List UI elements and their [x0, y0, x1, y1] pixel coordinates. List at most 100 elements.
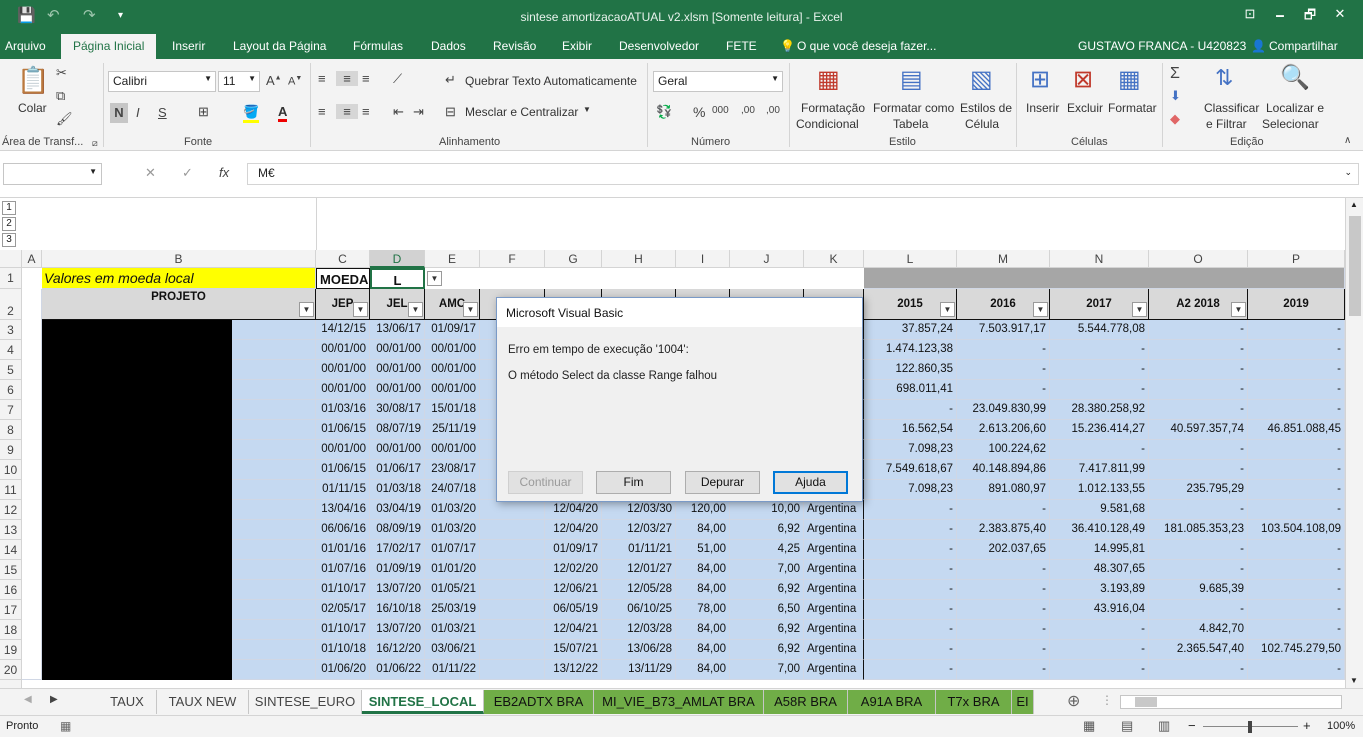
data-cell-n[interactable]: 14.995,81 — [1050, 540, 1149, 560]
data-cell-n[interactable]: 43.916,04 — [1050, 600, 1149, 620]
share-button[interactable]: Compartilhar — [1269, 39, 1338, 53]
align-center-icon[interactable]: ≡ — [336, 104, 358, 119]
data-cell-j[interactable]: 4,25 — [730, 540, 804, 560]
data-cell-e[interactable]: 00/01/00 — [425, 360, 480, 380]
cell-styles-button[interactable]: Estilos de — [960, 101, 1012, 115]
wrap-text-button[interactable]: Quebrar Texto Automaticamente — [465, 74, 637, 88]
data-cell-h[interactable]: 13/11/29 — [602, 660, 676, 680]
data-cell-c[interactable]: 02/05/17 — [316, 600, 370, 620]
paste-icon[interactable]: 📋 — [17, 65, 49, 99]
data-cell-e[interactable]: 23/08/17 — [425, 460, 480, 480]
data-cell-e[interactable]: 01/07/17 — [425, 540, 480, 560]
data-cell-h[interactable]: 12/01/27 — [602, 560, 676, 580]
outline-level-button[interactable]: 2 — [2, 217, 16, 231]
macro-record-icon[interactable]: ▦ — [60, 719, 71, 733]
currency-icon[interactable]: 💱 — [656, 104, 672, 120]
row-header[interactable]: 17 — [0, 600, 22, 620]
data-cell-h[interactable]: 12/05/28 — [602, 580, 676, 600]
data-cell-k[interactable]: Argentina — [804, 660, 864, 680]
font-color-icon[interactable]: A — [278, 104, 288, 122]
help-button[interactable]: Ajuda — [773, 471, 848, 494]
data-cell-m[interactable]: 2.613.206,60 — [957, 420, 1050, 440]
data-cell-h[interactable]: 12/03/30 — [602, 500, 676, 520]
data-cell-e[interactable]: 01/01/20 — [425, 560, 480, 580]
data-cell-m[interactable]: - — [957, 500, 1050, 520]
data-cell-m[interactable]: 2.383.875,40 — [957, 520, 1050, 540]
insert-function-button[interactable]: fx — [219, 165, 229, 180]
data-cell-e[interactable]: 00/01/00 — [425, 380, 480, 400]
data-cell-p[interactable]: - — [1248, 580, 1345, 600]
data-cell-h[interactable]: 13/06/28 — [602, 640, 676, 660]
normal-view-icon[interactable]: ▦ — [1083, 718, 1095, 734]
zoom-level[interactable]: 100% — [1327, 720, 1355, 732]
data-cell-l[interactable]: 7.549.618,67 — [864, 460, 957, 480]
tab-page-layout[interactable]: Layout da Página — [233, 39, 326, 53]
decrease-decimal-button[interactable]: ,00 — [766, 105, 780, 116]
data-cell-f[interactable] — [480, 560, 545, 580]
column-header-a[interactable]: A — [22, 250, 42, 268]
data-cell-i[interactable]: 84,00 — [676, 520, 730, 540]
data-cell-d[interactable]: 01/06/22 — [370, 660, 425, 680]
data-cell-c[interactable]: 00/01/00 — [316, 380, 370, 400]
horizontal-scroll-thumb[interactable] — [1135, 697, 1157, 707]
data-cell-p[interactable]: - — [1248, 340, 1345, 360]
data-cell-n[interactable]: 28.380.258,92 — [1050, 400, 1149, 420]
horizontal-scrollbar[interactable] — [1120, 695, 1342, 709]
data-cell-f[interactable] — [480, 620, 545, 640]
row-header[interactable]: 3 — [0, 320, 22, 340]
zoom-slider-thumb[interactable] — [1248, 721, 1252, 733]
data-cell-l[interactable]: 37.857,24 — [864, 320, 957, 340]
data-cell-l[interactable]: 7.098,23 — [864, 440, 957, 460]
data-cell-j[interactable]: 6,50 — [730, 600, 804, 620]
data-cell-o[interactable]: 2.365.547,40 — [1149, 640, 1248, 660]
data-cell-l[interactable]: 122.860,35 — [864, 360, 957, 380]
data-cell-k[interactable]: Argentina — [804, 540, 864, 560]
data-cell-o[interactable]: - — [1149, 380, 1248, 400]
name-box[interactable]: ▼ — [3, 163, 102, 185]
bold-button[interactable]: N — [110, 103, 128, 123]
conditional-format-button[interactable]: Formatação — [801, 101, 865, 115]
row-header[interactable]: 4 — [0, 340, 22, 360]
data-cell-l[interactable]: 16.562,54 — [864, 420, 957, 440]
data-cell-o[interactable]: - — [1149, 660, 1248, 680]
tabs-more-icon[interactable]: ⋮ — [1101, 693, 1113, 707]
data-cell-o[interactable]: - — [1149, 500, 1248, 520]
data-cell-e[interactable]: 01/03/20 — [425, 520, 480, 540]
data-cell-n[interactable]: 48.307,65 — [1050, 560, 1149, 580]
data-cell-d[interactable]: 00/01/00 — [370, 360, 425, 380]
ribbon-options-icon[interactable]: ⊡ — [1235, 6, 1265, 22]
data-cell-i[interactable]: 84,00 — [676, 620, 730, 640]
data-cell-o[interactable]: - — [1149, 560, 1248, 580]
data-cell-d[interactable]: 01/06/17 — [370, 460, 425, 480]
data-cell-c[interactable]: 01/11/15 — [316, 480, 370, 500]
sheet-tab[interactable]: SINTESE_LOCAL — [362, 690, 484, 714]
close-icon[interactable]: ✕ — [1325, 6, 1355, 22]
data-cell-k[interactable]: Argentina — [804, 560, 864, 580]
data-cell-h[interactable]: 01/11/21 — [602, 540, 676, 560]
page-break-view-icon[interactable]: ▥ — [1158, 718, 1170, 734]
data-cell-f[interactable] — [480, 500, 545, 520]
data-cell-n[interactable]: 36.410.128,49 — [1050, 520, 1149, 540]
data-cell-f[interactable] — [480, 580, 545, 600]
data-cell-c[interactable]: 06/06/16 — [316, 520, 370, 540]
filter-dropdown-icon[interactable]: ▼ — [1231, 302, 1246, 317]
borders-icon[interactable]: ⊞ — [198, 104, 209, 120]
row-header[interactable]: 10 — [0, 460, 22, 480]
data-cell-o[interactable]: 40.597.357,74 — [1149, 420, 1248, 440]
scroll-down-icon[interactable]: ▼ — [1350, 676, 1358, 685]
data-cell-l[interactable]: - — [864, 640, 957, 660]
data-cell-h[interactable]: 12/03/28 — [602, 620, 676, 640]
column-header-o[interactable]: O — [1149, 250, 1248, 268]
data-cell-c[interactable]: 13/04/16 — [316, 500, 370, 520]
row-header[interactable]: 13 — [0, 520, 22, 540]
data-cell-m[interactable]: 202.037,65 — [957, 540, 1050, 560]
paste-button[interactable]: Colar — [18, 101, 47, 115]
data-cell-e[interactable]: 01/03/20 — [425, 500, 480, 520]
data-cell-h[interactable]: 06/10/25 — [602, 600, 676, 620]
data-cell-i[interactable]: 84,00 — [676, 640, 730, 660]
data-cell-o[interactable]: - — [1149, 460, 1248, 480]
vertical-scrollbar[interactable]: ▲ ▼ — [1345, 198, 1363, 688]
continue-button[interactable]: Continuar — [508, 471, 583, 494]
data-cell-c[interactable]: 01/06/15 — [316, 460, 370, 480]
data-cell-c[interactable]: 01/01/16 — [316, 540, 370, 560]
